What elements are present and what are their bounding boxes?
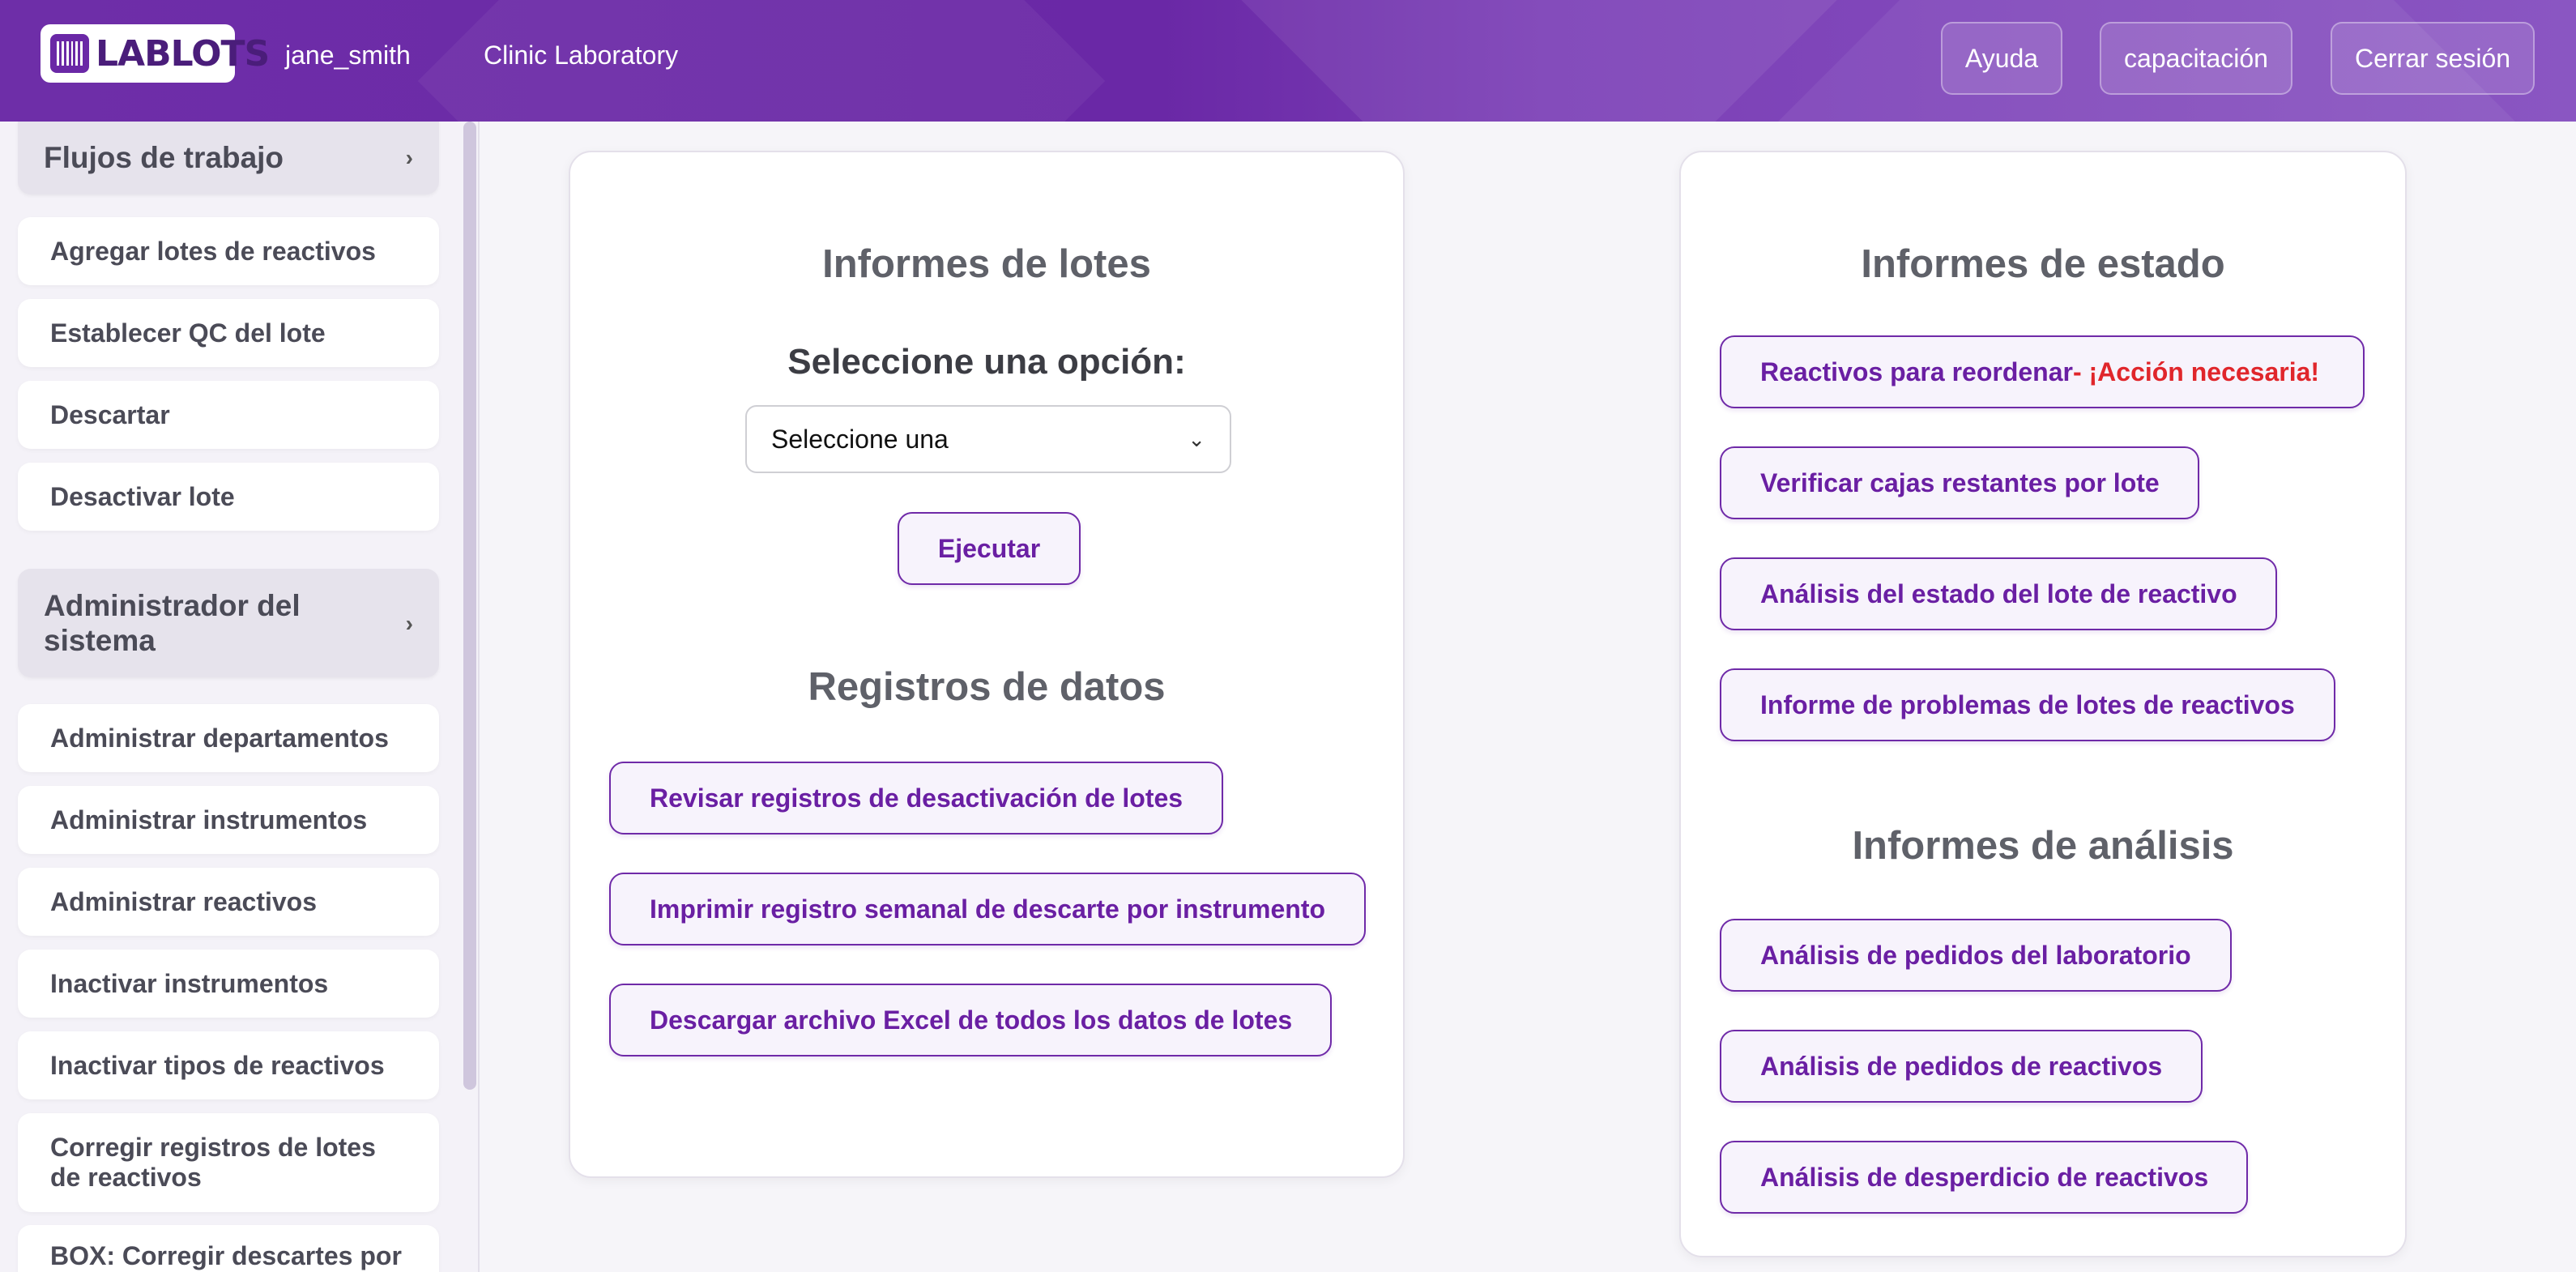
run-button[interactable]: Ejecutar [898, 512, 1081, 585]
sidebar-section-workflows[interactable]: Flujos de trabajo › [18, 122, 439, 194]
lot-reports-card: Informes de lotes Seleccione una opción:… [569, 151, 1405, 1178]
logout-button[interactable]: Cerrar sesión [2331, 22, 2535, 95]
app-logo[interactable]: LABLOTS [41, 24, 270, 83]
analysis-reports-title: Informes de análisis [1852, 824, 2234, 868]
sidebar-item-discard[interactable]: Descartar [18, 381, 439, 449]
lab-name: Clinic Laboratory [484, 41, 679, 70]
reagents-to-reorder-button[interactable]: Reactivos para reordenar - ¡Acción neces… [1720, 335, 2365, 408]
training-button[interactable]: capacitación [2100, 22, 2292, 95]
help-button[interactable]: Ayuda [1941, 22, 2062, 95]
section-title: Flujos de trabajo [44, 141, 284, 174]
sidebar-item-inactivate-instruments[interactable]: Inactivar instrumentos [18, 950, 439, 1018]
status-reports-title: Informes de estado [1861, 242, 2225, 286]
data-logs-title: Registros de datos [808, 665, 1166, 709]
check-remaining-boxes-button[interactable]: Verificar cajas restantes por lote [1720, 446, 2199, 519]
brand-name: LABLOTS [96, 32, 270, 75]
chevron-down-icon: ⌄ [1188, 426, 1205, 451]
status-reports-card: Informes de estado Reactivos para reorde… [1679, 151, 2407, 1257]
sidebar-item-correct-reagent-lot-records[interactable]: Corregir registros de lotes de reactivos [18, 1113, 439, 1212]
barcode-icon [50, 34, 89, 73]
report-select[interactable]: Seleccione una ⌄ [745, 405, 1231, 473]
sidebar-item-manage-instruments[interactable]: Administrar instrumentos [18, 786, 439, 854]
top-bar: LABLOTS jane_smith Clinic Laboratory Ayu… [0, 0, 2576, 122]
reagent-lot-problems-report-button[interactable]: Informe de problemas de lotes de reactiv… [1720, 668, 2335, 741]
section-title: Administrador del sistema [44, 589, 301, 657]
reagent-lot-status-analysis-button[interactable]: Análisis del estado del lote de reactivo [1720, 557, 2277, 630]
sidebar [0, 122, 480, 1272]
sidebar-section-system-admin[interactable]: Administrador del sistema › [18, 569, 439, 677]
chevron-right-icon: › [405, 610, 413, 636]
header-decoration [1241, 0, 1837, 122]
print-weekly-discard-log-button[interactable]: Imprimir registro semanal de descarte po… [609, 873, 1366, 945]
reorder-label: Reactivos para reordenar [1760, 356, 2073, 386]
review-deactivation-logs-button[interactable]: Revisar registros de desactivación de lo… [609, 762, 1223, 834]
sidebar-item-inactivate-reagent-types[interactable]: Inactivar tipos de reactivos [18, 1031, 439, 1099]
username: jane_smith [285, 41, 411, 70]
select-value: Seleccione una [771, 424, 949, 454]
sidebar-item-manage-departments[interactable]: Administrar departamentos [18, 704, 439, 772]
sidebar-item-add-reagent-lots[interactable]: Agregar lotes de reactivos [18, 217, 439, 285]
action-needed-alert: - ¡Acción necesaria! [2072, 356, 2320, 386]
reagent-waste-analysis-button[interactable]: Análisis de desperdicio de reactivos [1720, 1141, 2248, 1214]
sidebar-item-box-correct-discards[interactable]: BOX: Corregir descartes por [18, 1225, 439, 1272]
sidebar-item-set-lot-qc[interactable]: Establecer QC del lote [18, 299, 439, 367]
sidebar-item-manage-reagents[interactable]: Administrar reactivos [18, 868, 439, 936]
download-excel-button[interactable]: Descargar archivo Excel de todos los dat… [609, 984, 1332, 1056]
lab-orders-analysis-button[interactable]: Análisis de pedidos del laboratorio [1720, 919, 2232, 992]
lot-reports-title: Informes de lotes [822, 242, 1151, 286]
sidebar-item-deactivate-lot[interactable]: Desactivar lote [18, 463, 439, 531]
select-option-label: Seleccione una opción: [787, 342, 1186, 382]
reagent-orders-analysis-button[interactable]: Análisis de pedidos de reactivos [1720, 1030, 2203, 1103]
sidebar-scrollbar[interactable] [463, 122, 476, 1090]
chevron-right-icon: › [405, 145, 413, 170]
